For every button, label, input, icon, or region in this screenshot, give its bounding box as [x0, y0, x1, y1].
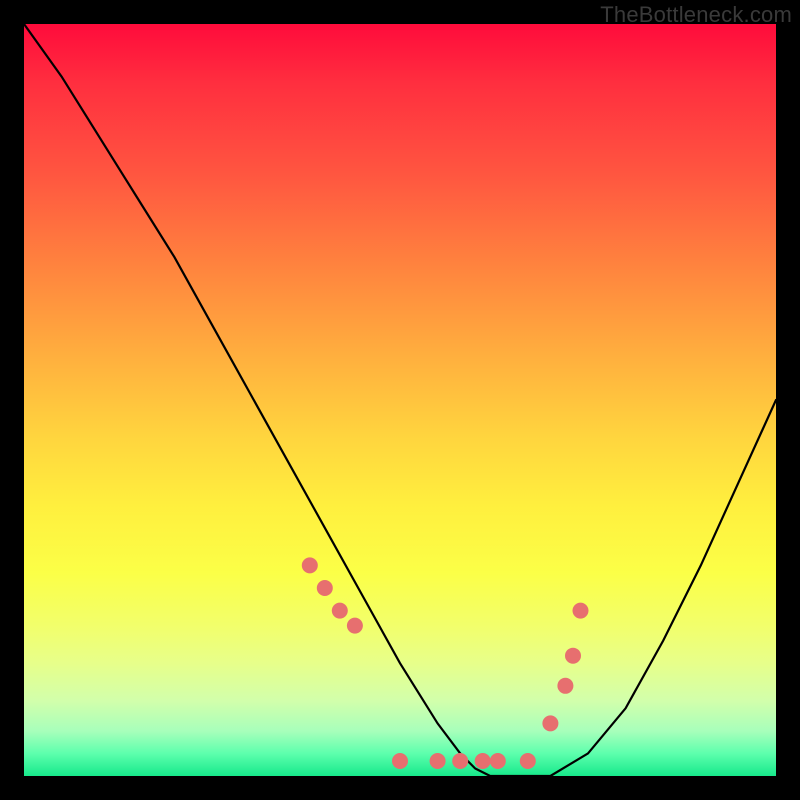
highlight-dots: [302, 557, 589, 769]
highlight-dot: [317, 580, 333, 596]
highlight-dot: [452, 753, 468, 769]
highlight-dot: [332, 603, 348, 619]
curve-layer: [24, 24, 776, 776]
plot-area: [24, 24, 776, 776]
highlight-dot: [490, 753, 506, 769]
highlight-dot: [573, 603, 589, 619]
highlight-dot: [542, 715, 558, 731]
highlight-dot: [392, 753, 408, 769]
highlight-dot: [430, 753, 446, 769]
highlight-dot: [347, 618, 363, 634]
highlight-dot: [475, 753, 491, 769]
bottleneck-curve: [24, 24, 776, 776]
highlight-dot: [557, 678, 573, 694]
highlight-dot: [520, 753, 536, 769]
highlight-dot: [565, 648, 581, 664]
watermark-text: TheBottleneck.com: [600, 2, 792, 28]
highlight-dot: [302, 557, 318, 573]
chart-frame: TheBottleneck.com: [0, 0, 800, 800]
